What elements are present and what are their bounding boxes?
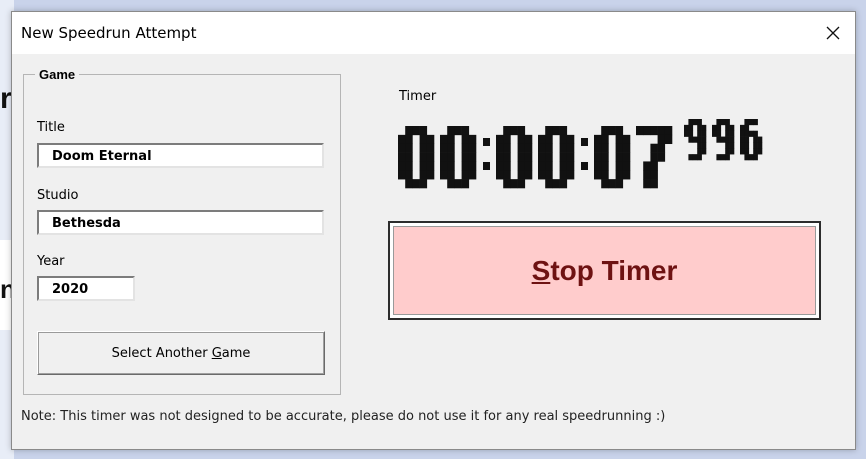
timer-colon	[581, 138, 588, 170]
game-group-legend: Game	[35, 67, 80, 82]
timer-milliseconds-digit	[712, 119, 735, 161]
timer-hours-digit	[440, 126, 477, 189]
stop-button-accel: S	[531, 254, 551, 286]
close-button[interactable]	[811, 12, 855, 54]
title-label: Title	[37, 120, 65, 135]
speedrun-dialog: New Speedrun Attempt Game Title Doom Ete…	[11, 11, 856, 450]
select-button-label-start: Select Another	[111, 345, 212, 361]
timer-milliseconds-digit	[740, 119, 763, 161]
timer-milliseconds-digit	[684, 119, 707, 161]
stop-timer-button[interactable]: Stop Timer	[388, 221, 821, 320]
title-bar: New Speedrun Attempt	[12, 12, 855, 54]
game-groupbox: Game Title Doom Eternal Studio Bethesda …	[23, 67, 341, 395]
timer-minutes-digit	[538, 126, 575, 189]
stop-button-label: top Timer	[550, 254, 678, 286]
studio-field[interactable]: Bethesda	[37, 210, 324, 235]
timer-display	[398, 119, 763, 189]
year-label: Year	[37, 254, 65, 269]
close-icon	[826, 26, 840, 40]
studio-label: Studio	[37, 188, 79, 203]
background-app-text: r	[0, 82, 12, 115]
select-button-label-end: ame	[221, 345, 251, 361]
disclaimer-note: Note: This timer was not designed to be …	[21, 409, 666, 424]
timer-seconds-digit	[636, 126, 673, 189]
year-field[interactable]: 2020	[37, 276, 135, 301]
timer-seconds-digit	[594, 126, 631, 189]
select-button-accel: G	[211, 345, 222, 361]
timer-colon	[483, 138, 490, 170]
select-another-game-button[interactable]: Select Another Game	[37, 331, 325, 375]
stop-timer-face: Stop Timer	[393, 226, 816, 315]
timer-minutes-digit	[496, 126, 533, 189]
title-field[interactable]: Doom Eternal	[37, 143, 324, 168]
timer-hours-digit	[398, 126, 435, 189]
window-title: New Speedrun Attempt	[21, 24, 197, 42]
timer-label: Timer	[399, 89, 437, 104]
